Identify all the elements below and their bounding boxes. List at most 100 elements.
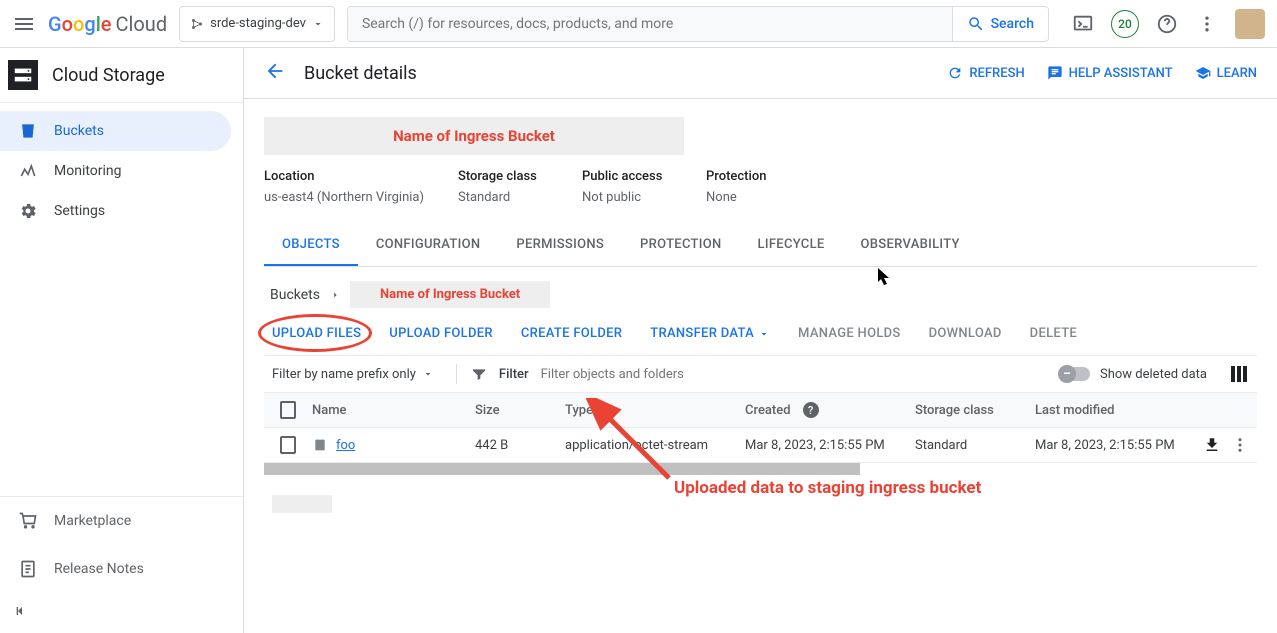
- cloud-shell-icon[interactable]: [1071, 12, 1095, 36]
- tab-observability[interactable]: OBSERVABILITY: [843, 225, 978, 266]
- col-name[interactable]: Name: [304, 403, 467, 418]
- col-type[interactable]: Type: [557, 403, 737, 418]
- row-checkbox[interactable]: [280, 436, 296, 454]
- cell-size: 442 B: [467, 438, 557, 453]
- refresh-icon: [947, 65, 963, 81]
- breadcrumb: Buckets Name of Ingress Bucket: [264, 267, 1257, 308]
- chevron-down-icon: [422, 368, 434, 380]
- meta-label-protection: Protection: [706, 169, 806, 184]
- manage-holds-button[interactable]: MANAGE HOLDS: [798, 326, 901, 341]
- cloud-storage-icon: [8, 60, 38, 90]
- top-bar: Google Cloud srde-staging-dev Search 20: [0, 0, 1277, 48]
- bucket-metadata: Location us-east4 (Northern Virginia) St…: [264, 169, 1257, 205]
- sidebar-item-settings[interactable]: Settings: [0, 191, 243, 231]
- meta-value-protection: None: [706, 190, 806, 205]
- more-icon[interactable]: [1231, 436, 1249, 454]
- avatar[interactable]: [1235, 9, 1265, 39]
- object-name-link[interactable]: foo: [336, 438, 355, 453]
- learn-icon: [1195, 65, 1211, 81]
- filter-icon: [471, 366, 487, 382]
- tab-configuration[interactable]: CONFIGURATION: [358, 225, 499, 266]
- upload-files-button[interactable]: UPLOAD FILES: [272, 326, 361, 341]
- filter-mode-dropdown[interactable]: Filter by name prefix only: [264, 367, 442, 382]
- delete-button[interactable]: DELETE: [1030, 326, 1077, 341]
- page-title: Bucket details: [304, 63, 417, 84]
- show-deleted-label: Show deleted data: [1100, 367, 1207, 382]
- refresh-button[interactable]: REFRESH: [947, 65, 1024, 81]
- show-deleted-toggle[interactable]: −: [1060, 367, 1090, 381]
- arrow-left-icon: [264, 60, 286, 82]
- sidebar-marketplace[interactable]: Marketplace: [0, 497, 243, 545]
- sidebar-item-buckets[interactable]: Buckets: [0, 111, 231, 151]
- breadcrumb-current: Name of Ingress Bucket: [350, 281, 550, 308]
- product-name: Cloud Storage: [52, 65, 165, 86]
- table-header: Name Size Type Created ? Storage class L…: [264, 393, 1257, 428]
- search-bar: Search: [347, 6, 1049, 42]
- object-action-bar: UPLOAD FILES UPLOAD FOLDER CREATE FOLDER…: [264, 308, 1257, 355]
- upload-folder-button[interactable]: UPLOAD FOLDER: [389, 326, 493, 341]
- tab-protection[interactable]: PROTECTION: [622, 225, 739, 266]
- cell-created: Mar 8, 2023, 2:15:55 PM: [737, 438, 907, 453]
- sidebar-item-label: Monitoring: [54, 163, 122, 179]
- page-header: Bucket details REFRESH HELP ASSISTANT LE…: [244, 48, 1277, 99]
- chat-icon: [1047, 65, 1063, 81]
- meta-label-location: Location: [264, 169, 434, 184]
- create-folder-button[interactable]: CREATE FOLDER: [521, 326, 622, 341]
- download-icon[interactable]: [1203, 436, 1221, 454]
- object-table: Name Size Type Created ? Storage class L…: [264, 393, 1257, 463]
- chevron-right-icon: [330, 290, 340, 300]
- download-button[interactable]: DOWNLOAD: [929, 326, 1002, 341]
- sidebar-item-label: Buckets: [54, 123, 104, 139]
- horizontal-scrollbar[interactable]: [264, 463, 860, 475]
- help-icon[interactable]: [1155, 12, 1179, 36]
- col-created[interactable]: Created ?: [737, 402, 907, 418]
- sidebar-release-notes[interactable]: Release Notes: [0, 545, 243, 593]
- back-button[interactable]: [264, 60, 286, 86]
- learn-button[interactable]: LEARN: [1195, 65, 1257, 81]
- col-size[interactable]: Size: [467, 403, 557, 418]
- chevron-left-icon: [12, 603, 28, 619]
- gear-icon: [18, 201, 38, 221]
- redacted-block: [272, 495, 332, 513]
- breadcrumb-root[interactable]: Buckets: [270, 287, 320, 303]
- project-picker[interactable]: srde-staging-dev: [179, 6, 335, 42]
- filter-input[interactable]: [541, 367, 741, 382]
- help-assistant-button[interactable]: HELP ASSISTANT: [1047, 65, 1173, 81]
- chevron-down-icon: [312, 18, 324, 30]
- table-row: foo 442 B application/octet-stream Mar 8…: [264, 428, 1257, 463]
- product-header: Cloud Storage: [0, 48, 243, 103]
- col-storage-class[interactable]: Storage class: [907, 403, 1027, 418]
- collapse-sidebar[interactable]: [0, 593, 243, 633]
- meta-label-public-access: Public access: [582, 169, 682, 184]
- tab-permissions[interactable]: PERMISSIONS: [498, 225, 622, 266]
- menu-icon[interactable]: [12, 12, 36, 36]
- cart-icon: [18, 511, 38, 531]
- help-icon[interactable]: ?: [803, 402, 819, 418]
- divider: [456, 364, 457, 384]
- bucket-name-annotation: Name of Ingress Bucket: [264, 117, 684, 155]
- document-icon: [18, 559, 38, 579]
- project-name: srde-staging-dev: [210, 16, 306, 31]
- annotation-text: Uploaded data to staging ingress bucket: [674, 478, 981, 498]
- main-content: Bucket details REFRESH HELP ASSISTANT LE…: [244, 48, 1277, 633]
- search-input[interactable]: [348, 7, 952, 41]
- tab-objects[interactable]: OBJECTS: [264, 225, 358, 266]
- col-last-modified[interactable]: Last modified: [1027, 403, 1187, 418]
- filter-row: Filter by name prefix only Filter − Show…: [264, 355, 1257, 393]
- sidebar-item-label: Settings: [54, 203, 105, 219]
- meta-value-location: us-east4 (Northern Virginia): [264, 190, 434, 205]
- columns-icon[interactable]: [1231, 366, 1247, 382]
- file-icon: [312, 437, 328, 453]
- sidebar-item-monitoring[interactable]: Monitoring: [0, 151, 243, 191]
- select-all-checkbox[interactable]: [280, 401, 296, 419]
- transfer-data-button[interactable]: TRANSFER DATA: [650, 326, 770, 341]
- meta-label-storage-class: Storage class: [458, 169, 558, 184]
- sidebar-item-label: Release Notes: [54, 561, 144, 577]
- search-button[interactable]: Search: [952, 7, 1048, 41]
- meta-value-public-access: Not public: [582, 190, 682, 205]
- trial-badge[interactable]: 20: [1111, 10, 1139, 38]
- more-menu-icon[interactable]: [1195, 12, 1219, 36]
- gcloud-logo[interactable]: Google Cloud: [48, 12, 167, 36]
- meta-value-storage-class: Standard: [458, 190, 558, 205]
- tab-lifecycle[interactable]: LIFECYCLE: [740, 225, 843, 266]
